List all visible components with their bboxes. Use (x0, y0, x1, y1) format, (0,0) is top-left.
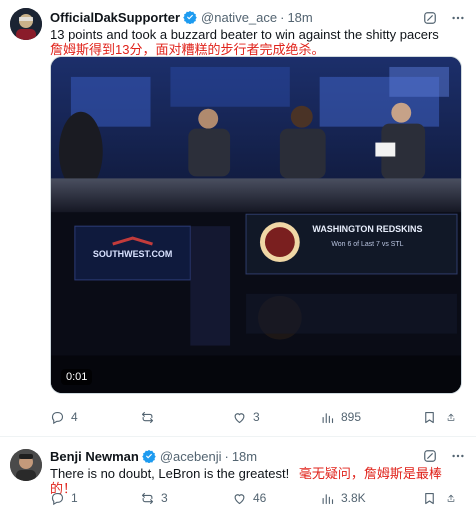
reply-count: 1 (71, 491, 78, 505)
share-icon (447, 413, 455, 421)
like-button[interactable]: 3 (232, 410, 320, 425)
like-count: 46 (253, 491, 267, 505)
views-icon (322, 493, 334, 504)
grok-icon[interactable] (422, 10, 438, 26)
avatar[interactable] (10, 449, 42, 481)
separator-dot: · (224, 448, 229, 464)
tweet-text: There is no doubt, LeBron is the greates… (50, 466, 290, 481)
timestamp[interactable]: 18m (287, 10, 312, 25)
bookmark-button[interactable] (422, 410, 446, 425)
views-count: 3.8K (341, 491, 366, 505)
display-name[interactable]: Benji Newman (50, 449, 139, 464)
reply-count: 4 (71, 410, 78, 424)
action-bar: 1 3 46 3.8K (50, 489, 466, 507)
repost-count: 3 (161, 491, 168, 505)
more-icon[interactable] (450, 448, 466, 464)
scene-text-2: WASHINGTON REDSKINS (312, 224, 422, 234)
video-frame: SOUTHWEST.COM WASHINGTON REDSKINS Won 6 … (51, 57, 461, 393)
timestamp[interactable]: 18m (232, 449, 257, 464)
tweet-text: 13 points and took a buzzard beater to w… (50, 27, 439, 42)
views-count: 895 (341, 410, 362, 424)
reply-icon (51, 492, 64, 505)
verified-badge-icon (142, 449, 156, 463)
reply-button[interactable]: 1 (50, 491, 140, 506)
reply-icon (51, 411, 64, 424)
bookmark-icon (425, 411, 434, 423)
user-handle[interactable]: @acebenji (160, 449, 222, 464)
views-button[interactable]: 895 (320, 410, 422, 425)
like-count: 3 (253, 410, 260, 424)
repost-icon (141, 492, 154, 504)
tweet-translation: 詹姆斯得到13分，面对糟糕的步行者完成绝杀。 (50, 42, 325, 57)
reply-button[interactable]: 4 (50, 410, 140, 425)
like-button[interactable]: 46 (232, 491, 320, 506)
views-button[interactable]: 3.8K (320, 491, 422, 506)
share-button[interactable] (446, 491, 462, 506)
like-icon (234, 493, 245, 504)
share-icon (447, 494, 455, 502)
bookmark-icon (425, 492, 434, 504)
separator-dot: · (280, 9, 285, 25)
repost-button[interactable] (140, 410, 232, 425)
views-icon (322, 412, 334, 423)
video-player[interactable]: SOUTHWEST.COM WASHINGTON REDSKINS Won 6 … (50, 56, 462, 394)
avatar[interactable] (10, 8, 42, 40)
action-bar: 4 3 895 (50, 408, 466, 426)
user-handle[interactable]: @native_ace (201, 10, 277, 25)
video-duration: 0:01 (61, 369, 93, 385)
scene-text-3: Won 6 of Last 7 vs STL (331, 241, 403, 248)
scene-text-1: SOUTHWEST.COM (93, 249, 172, 259)
display-name[interactable]: OfficialDakSupporter (50, 10, 180, 25)
like-icon (234, 412, 245, 423)
tweet-2[interactable]: Benji Newman @acebenji · 18m There is no… (0, 436, 476, 518)
repost-button[interactable]: 3 (140, 491, 232, 506)
more-icon[interactable] (450, 10, 466, 26)
verified-badge-icon (183, 10, 197, 24)
repost-icon (141, 411, 154, 423)
grok-icon[interactable] (422, 448, 438, 464)
bookmark-button[interactable] (422, 491, 446, 506)
tweet-1[interactable]: OfficialDakSupporter @native_ace · 18m 1… (0, 0, 476, 436)
tweet-body: 13 points and took a buzzard beater to w… (50, 27, 466, 57)
share-button[interactable] (446, 410, 462, 425)
